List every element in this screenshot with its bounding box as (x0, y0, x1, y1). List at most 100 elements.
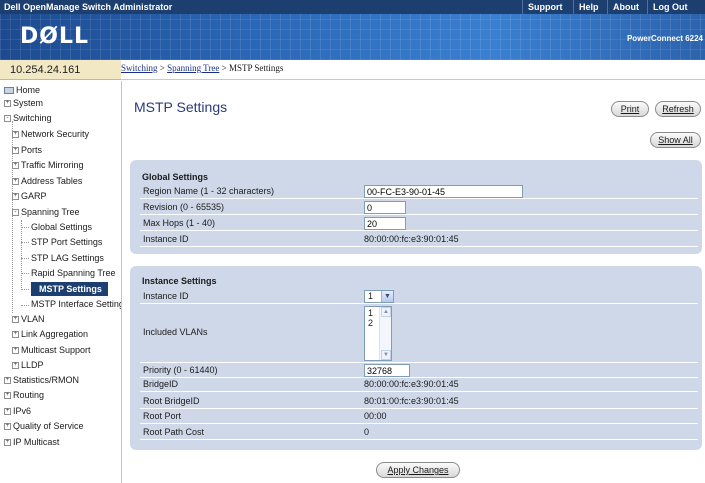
nav-item-label: IPv6 (13, 406, 32, 416)
instance-id-label: Instance ID (143, 291, 189, 301)
expand-icon: + (12, 131, 19, 139)
header-banner: DØLL PowerConnect 6224 (0, 14, 705, 60)
listbox-scrollbar[interactable]: ▲ ▼ (379, 307, 391, 360)
nav-item-lldp[interactable]: + LLDP (12, 358, 44, 372)
nav-item-label: System (13, 98, 44, 108)
vlan-option[interactable]: 1 (368, 308, 373, 318)
breadcrumb-separator: > (219, 63, 229, 73)
tree-connector (21, 227, 29, 228)
revision-row: Revision (0 - 65535) (140, 201, 698, 215)
nav-item-garp[interactable]: + GARP (12, 189, 47, 203)
expand-icon: + (4, 100, 11, 108)
nav-item-mstp-settings[interactable]: MSTP Settings (31, 282, 108, 296)
nav-item-traffic-mirroring[interactable]: + Traffic Mirroring (12, 158, 84, 172)
nav-item-system[interactable]: + System (4, 96, 43, 110)
instance-settings-heading: Instance Settings (142, 276, 217, 286)
region-name-input[interactable] (364, 185, 523, 198)
included-vlans-label: Included VLANs (143, 327, 208, 337)
nav-item-label: VLAN (21, 314, 45, 324)
app-title: Dell OpenManage Switch Administrator (4, 2, 173, 12)
expand-icon: + (4, 423, 11, 431)
region-name-label: Region Name (1 - 32 characters) (143, 186, 275, 196)
show-all-button[interactable]: Show All (650, 132, 701, 148)
refresh-button[interactable]: Refresh (655, 101, 701, 117)
page-title: MSTP Settings (134, 99, 228, 115)
nav-item-quality-of-service[interactable]: + Quality of Service (4, 419, 84, 433)
included-vlans-listbox[interactable]: 1 2 ▲ ▼ (364, 306, 392, 361)
breadcrumb: Switching > Spanning Tree > MSTP Setting… (121, 60, 705, 80)
nav-item-ip-multicast[interactable]: + IP Multicast (4, 435, 59, 449)
nav-item-label: Multicast Support (21, 345, 91, 355)
nav-item-label: Spanning Tree (21, 207, 80, 217)
nav-item-routing[interactable]: + Routing (4, 388, 44, 402)
root-port-row: Root Port 00:00 (140, 410, 698, 424)
bridge-id-label: BridgeID (143, 379, 179, 389)
nav-item-address-tables[interactable]: + Address Tables (12, 174, 82, 188)
max-hops-row: Max Hops (1 - 40) (140, 217, 698, 231)
nav-item-spanning-tree[interactable]: - Spanning Tree (12, 205, 80, 219)
expand-icon: + (12, 178, 19, 186)
nav-item-home[interactable]: Home (4, 83, 40, 97)
apply-changes-button[interactable]: Apply Changes (376, 462, 460, 478)
priority-row: Priority (0 - 61440) (140, 364, 698, 378)
vlan-option[interactable]: 2 (368, 318, 373, 328)
nav-item-label: Statistics/RMON (13, 375, 80, 385)
nav-item-label: GARP (21, 191, 47, 201)
nav-item-label: Link Aggregation (21, 329, 89, 339)
scroll-up-icon[interactable]: ▲ (381, 307, 391, 317)
nav-item-vlan[interactable]: + VLAN (12, 312, 45, 326)
revision-label: Revision (0 - 65535) (143, 202, 225, 212)
expand-icon: + (4, 392, 11, 400)
nav-item-switching[interactable]: - Switching (4, 111, 52, 125)
breadcrumb-switching[interactable]: Switching (121, 63, 158, 73)
breadcrumb-separator: > (157, 63, 168, 73)
tree-connector (21, 220, 22, 290)
nav-item-statistics-rmon[interactable]: + Statistics/RMON (4, 373, 79, 387)
root-path-cost-label: Root Path Cost (143, 427, 205, 437)
instance-id-select[interactable]: 1 ▼ (364, 290, 394, 303)
chevron-down-icon: ▼ (381, 291, 393, 302)
priority-input[interactable] (364, 364, 410, 377)
nav-item-label: Network Security (21, 129, 90, 139)
print-button[interactable]: Print (611, 101, 649, 117)
support-link[interactable]: Support (522, 0, 568, 14)
root-port-label: Root Port (143, 411, 182, 421)
about-link[interactable]: About (607, 0, 644, 14)
top-menu-bar: Dell OpenManage Switch Administrator Sup… (0, 0, 705, 14)
root-bridge-id-value: 80:01:00:fc:e3:90:01:45 (364, 396, 459, 406)
revision-input[interactable] (364, 201, 406, 214)
nav-item-label: Quality of Service (13, 421, 84, 431)
nav-item-network-security[interactable]: + Network Security (12, 127, 89, 141)
root-bridge-id-label: Root BridgeID (143, 396, 200, 406)
global-instance-id-label: Instance ID (143, 234, 189, 244)
tree-connector (21, 273, 29, 274)
help-link[interactable]: Help (573, 0, 604, 14)
navigation-tree: Home + System - Switching + Network Securit… (0, 81, 122, 483)
collapse-icon: - (4, 115, 11, 123)
global-instance-id-row: Instance ID 80:00:00:fc:e3:90:01:45 (140, 233, 698, 247)
nav-item-label: Ports (21, 145, 43, 155)
root-port-value: 00:00 (364, 411, 387, 421)
logout-link[interactable]: Log Out (647, 0, 693, 14)
nav-item-label: Traffic Mirroring (21, 160, 84, 170)
nav-item-stp-lag-settings[interactable]: STP LAG Settings (31, 251, 104, 265)
instance-id-row: Instance ID (140, 290, 698, 304)
expand-icon: + (4, 408, 11, 416)
nav-item-rapid-spanning-tree[interactable]: Rapid Spanning Tree (31, 266, 116, 280)
nav-item-mstp-interface-settings[interactable]: MSTP Interface Settings (31, 297, 121, 311)
max-hops-input[interactable] (364, 217, 406, 230)
expand-icon: + (4, 439, 11, 447)
nav-item-stp-port-settings[interactable]: STP Port Settings (31, 235, 102, 249)
nav-item-ports[interactable]: + Ports (12, 143, 42, 157)
nav-item-global-settings[interactable]: Global Settings (31, 220, 92, 234)
nav-item-label: Routing (13, 390, 45, 400)
nav-item-label: Address Tables (21, 176, 83, 186)
scroll-down-icon[interactable]: ▼ (381, 350, 391, 360)
expand-icon: + (12, 347, 19, 355)
expand-icon: + (12, 147, 19, 155)
nav-item-multicast-support[interactable]: + Multicast Support (12, 343, 91, 357)
nav-item-link-aggregation[interactable]: + Link Aggregation (12, 327, 88, 341)
breadcrumb-spanning-tree[interactable]: Spanning Tree (167, 63, 219, 73)
nav-item-ipv6[interactable]: + IPv6 (4, 404, 31, 418)
expand-icon: + (12, 162, 19, 170)
